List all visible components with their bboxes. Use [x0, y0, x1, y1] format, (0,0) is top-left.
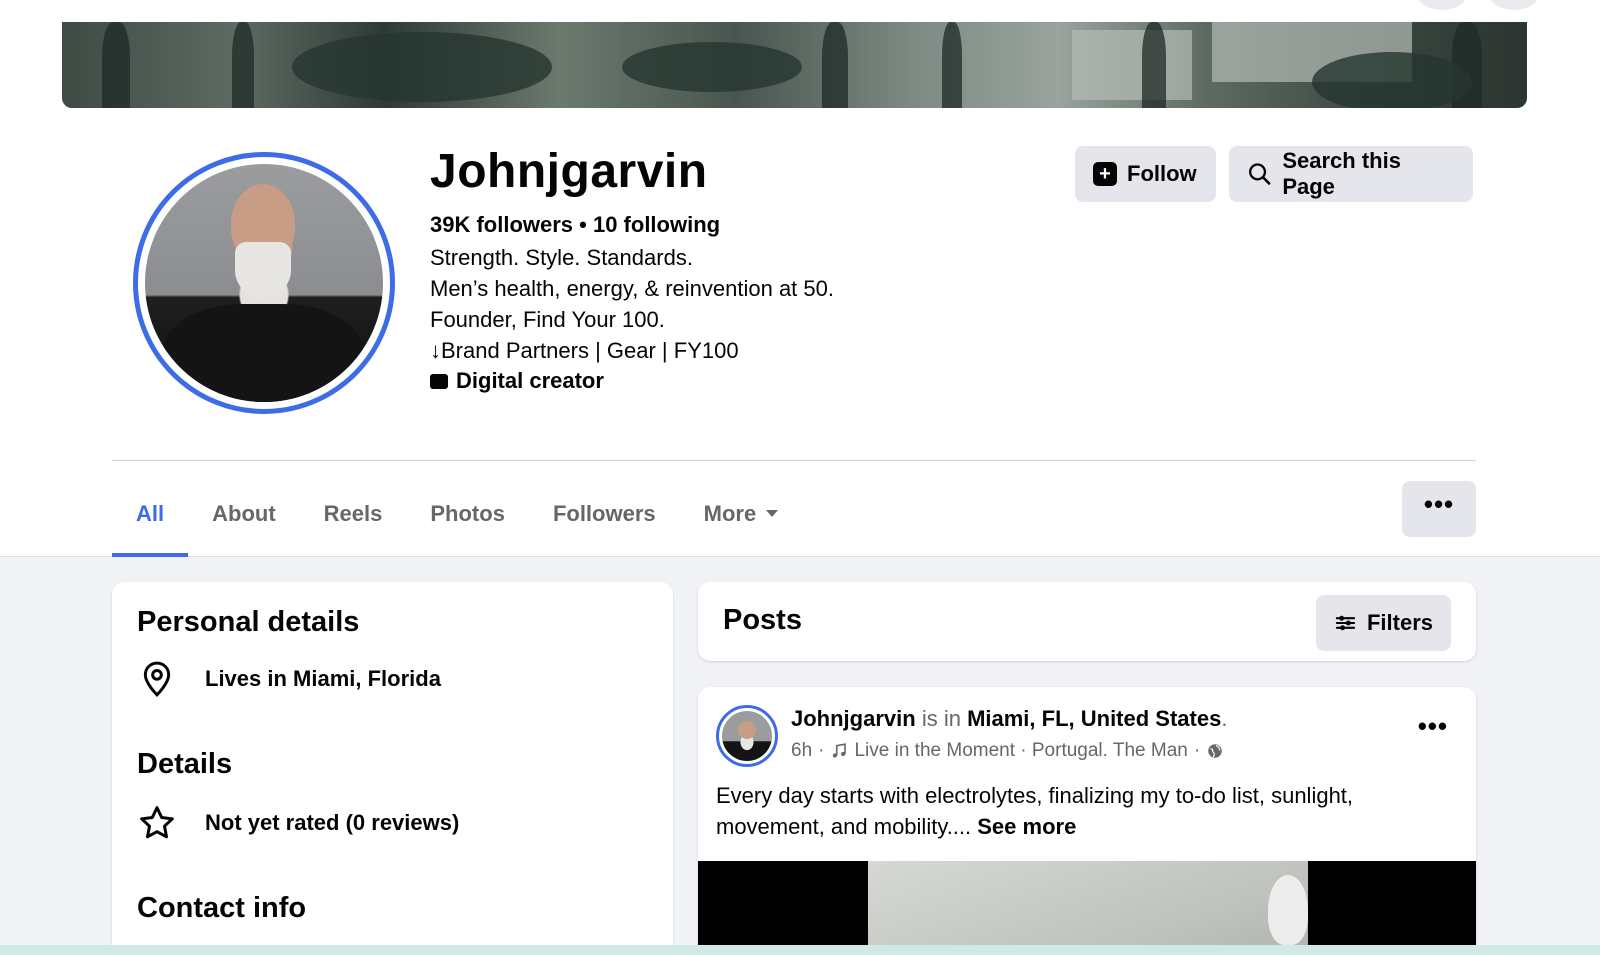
- lives-in-row: Lives in Miami, Florida: [137, 659, 441, 699]
- bio-line: Strength. Style. Standards.: [430, 245, 693, 270]
- follower-stats[interactable]: 39K followers • 10 following: [430, 212, 720, 238]
- profile-options-button[interactable]: •••: [1402, 481, 1476, 537]
- profile-category: Digital creator: [430, 368, 604, 394]
- profile-header: Johnjgarvin 39K followers • 10 following…: [0, 22, 1600, 557]
- contact-info-heading: Contact info: [137, 892, 307, 924]
- personal-details-heading: Personal details: [137, 606, 360, 638]
- top-bar-button-partial[interactable]: [1416, 0, 1468, 10]
- tab-more-label: More: [703, 500, 757, 526]
- filters-label: Filters: [1366, 610, 1433, 635]
- tab-photos[interactable]: Photos: [406, 470, 529, 557]
- tab-about[interactable]: About: [188, 470, 300, 557]
- category-label: Digital creator: [456, 368, 604, 393]
- tab-more[interactable]: More: [680, 470, 803, 557]
- post-location-link[interactable]: Miami, FL, United States: [967, 706, 1221, 731]
- filters-icon: [1335, 615, 1356, 631]
- profile-avatar[interactable]: [133, 152, 395, 414]
- creator-icon: [430, 373, 448, 389]
- follow-label: Follow: [1127, 161, 1197, 186]
- intro-card: Personal details Lives in Miami, Florida…: [112, 582, 673, 955]
- details-heading: Details: [137, 748, 233, 780]
- search-page-button[interactable]: Search this Page: [1229, 146, 1473, 202]
- globe-icon: [1208, 744, 1222, 758]
- bio-line: Founder, Find Your 100.: [430, 307, 665, 332]
- header-divider: [112, 460, 1476, 461]
- profile-photo: [145, 164, 383, 402]
- bio-line: ↓Brand Partners | Gear | FY100: [430, 338, 739, 363]
- posts-title: Posts: [723, 604, 802, 636]
- search-label: Search this Page: [1282, 148, 1401, 199]
- tab-reels[interactable]: Reels: [300, 470, 407, 557]
- see-more-link[interactable]: See more: [977, 814, 1076, 839]
- location-pin-icon: [143, 661, 171, 697]
- music-note-icon: [833, 743, 847, 758]
- post-author-link[interactable]: Johnjgarvin: [791, 706, 916, 731]
- search-icon: [1249, 163, 1271, 185]
- profile-name: Johnjgarvin: [430, 145, 708, 198]
- caret-down-icon: [766, 510, 779, 517]
- lives-in-text: Lives in Miami, Florida: [205, 666, 441, 691]
- tab-all[interactable]: All: [112, 470, 189, 557]
- post-author-avatar[interactable]: [716, 705, 778, 767]
- top-bar-button-partial[interactable]: [1488, 0, 1540, 10]
- post-header-line: Johnjgarvin is in Miami, FL, United Stat…: [791, 706, 1228, 731]
- star-icon: [140, 806, 174, 839]
- post-time[interactable]: 6h: [791, 740, 812, 762]
- bottom-strip: [0, 945, 1600, 955]
- follow-icon: [1093, 162, 1117, 186]
- post-media[interactable]: [698, 861, 1476, 955]
- post-card: Johnjgarvin is in Miami, FL, United Stat…: [698, 687, 1476, 955]
- post-meta: 6h · Live in the Moment · Portugal. The …: [791, 740, 1224, 762]
- rating-row: Not yet rated (0 reviews): [137, 803, 459, 843]
- filters-button[interactable]: Filters: [1316, 595, 1451, 651]
- top-bar: [0, 0, 1600, 22]
- post-text: Every day starts with electrolytes, fina…: [716, 780, 1436, 842]
- profile-tabs: All About Reels Photos Followers More: [112, 470, 802, 557]
- post-music[interactable]: Live in the Moment · Portugal. The Man: [854, 740, 1187, 762]
- bio-line: Men’s health, energy, & reinvention at 5…: [430, 276, 834, 301]
- post-options-button[interactable]: •••: [1418, 711, 1448, 742]
- rating-text: Not yet rated (0 reviews): [205, 810, 460, 835]
- tab-followers[interactable]: Followers: [529, 470, 680, 557]
- profile-bio: Strength. Style. Standards. Men’s health…: [430, 242, 834, 366]
- posts-header: Posts Filters: [698, 582, 1476, 661]
- cover-photo[interactable]: [62, 22, 1527, 108]
- follow-button[interactable]: Follow: [1075, 146, 1216, 202]
- post-is-in: is in: [921, 706, 961, 731]
